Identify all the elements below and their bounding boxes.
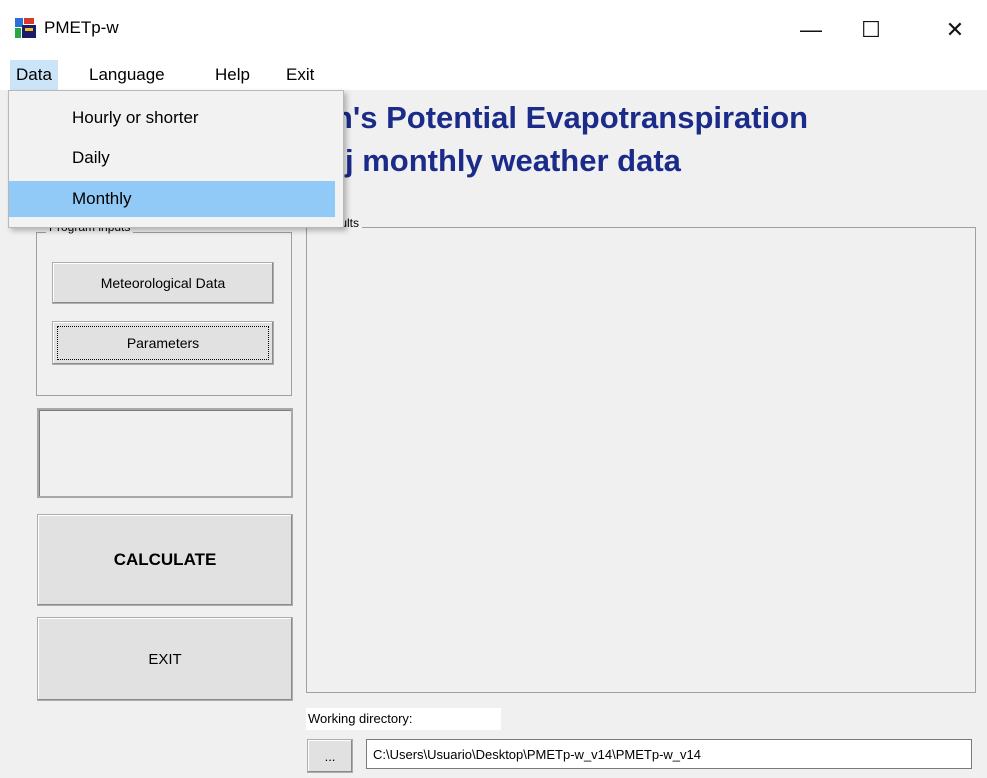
meteorological-data-label: Meteorological Data xyxy=(100,275,226,291)
minimize-button[interactable]: — xyxy=(786,8,836,52)
menu-item-monthly[interactable]: Monthly xyxy=(9,181,335,217)
close-icon: ✕ xyxy=(945,17,965,42)
calculate-label: CALCULATE xyxy=(113,550,217,569)
working-directory-label: Working directory: xyxy=(306,708,501,730)
menu-help[interactable]: Help xyxy=(209,60,256,90)
maximize-icon: ☐ xyxy=(861,17,881,42)
app-icon xyxy=(14,16,38,40)
exit-label: EXIT xyxy=(148,650,182,668)
minimize-icon: — xyxy=(800,17,822,42)
parameters-label: Parameters xyxy=(126,335,200,351)
heading-line-2: j monthly weather data xyxy=(345,143,681,178)
browse-button[interactable]: ... xyxy=(307,739,353,773)
window-title: PMETp-w xyxy=(44,18,119,37)
meteorological-data-button[interactable]: Meteorological Data xyxy=(52,262,274,304)
menu-item-hourly[interactable]: Hourly or shorter xyxy=(9,100,335,136)
calculate-button[interactable]: CALCULATE xyxy=(37,514,293,606)
parameters-button[interactable]: Parameters xyxy=(52,321,274,365)
program-inputs-group xyxy=(36,232,292,396)
menu-language[interactable]: Language xyxy=(83,60,171,90)
menu-exit[interactable]: Exit xyxy=(280,60,320,90)
exit-button[interactable]: EXIT xyxy=(37,617,293,701)
working-directory-field[interactable]: C:\Users\Usuario\Desktop\PMETp-w_v14\PME… xyxy=(366,739,972,769)
menu-item-daily[interactable]: Daily xyxy=(9,140,335,176)
results-group xyxy=(306,227,976,693)
browse-label: ... xyxy=(324,748,336,764)
status-panel xyxy=(37,408,293,498)
close-button[interactable]: ✕ xyxy=(930,8,980,52)
maximize-button[interactable]: ☐ xyxy=(846,8,896,52)
heading-line-1: ith's Potential Evapotranspiration xyxy=(315,100,809,135)
menu-data[interactable]: Data xyxy=(10,60,58,90)
title-bar xyxy=(0,0,987,60)
